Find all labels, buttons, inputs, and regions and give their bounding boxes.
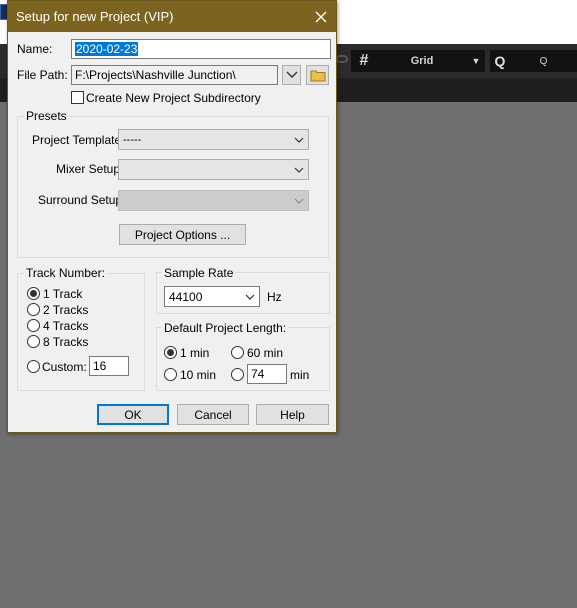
chevron-down-icon: [290, 137, 308, 143]
grid-icon: #: [359, 52, 369, 69]
track-2-label: 2 Tracks: [43, 303, 89, 317]
project-length-title: Default Project Length:: [162, 321, 289, 335]
close-button[interactable]: [305, 1, 336, 32]
track-4-radio[interactable]: [27, 319, 40, 332]
quantize-label: Q: [539, 55, 548, 67]
surround-dropdown: [118, 190, 309, 211]
track-2-radio[interactable]: [27, 303, 40, 316]
sample-rate-unit: Hz: [267, 290, 282, 304]
chevron-down-icon: [290, 198, 308, 204]
name-value: 2020-02-23: [75, 42, 139, 56]
template-value: -----: [123, 133, 142, 146]
track-number-title: Track Number:: [24, 266, 107, 280]
length-60min-radio[interactable]: [231, 346, 244, 359]
track-custom-input[interactable]: 16: [89, 356, 129, 376]
mixer-dropdown[interactable]: [118, 159, 309, 180]
length-custom-input[interactable]: 74: [247, 364, 287, 384]
length-60min-label: 60 min: [247, 346, 284, 360]
new-project-dialog: Setup for new Project (VIP) Name: 2020-0…: [7, 0, 337, 433]
template-label: Project Template:: [32, 133, 125, 147]
close-icon: [315, 11, 326, 22]
chevron-down-icon: [241, 294, 259, 300]
cancel-button[interactable]: Cancel: [177, 404, 249, 425]
length-10min-label: 10 min: [180, 368, 217, 382]
presets-title: Presets: [24, 109, 69, 123]
chevron-down-icon: [290, 167, 308, 173]
chevron-down-icon: ▼: [471, 56, 481, 66]
project-options-button[interactable]: Project Options ...: [119, 224, 246, 245]
dialog-title: Setup for new Project (VIP): [16, 9, 174, 24]
browse-folder-button[interactable]: [306, 65, 329, 85]
track-custom-label: Custom:: [42, 360, 87, 374]
surround-label: Surround Setup:: [38, 193, 126, 207]
length-custom-radio[interactable]: [231, 368, 244, 381]
template-dropdown[interactable]: -----: [118, 129, 309, 150]
track-custom-radio[interactable]: [27, 360, 40, 373]
subdirectory-checkbox[interactable]: [71, 91, 84, 104]
length-1min-label: 1 min: [180, 346, 210, 360]
sample-rate-dropdown[interactable]: 44100: [164, 286, 260, 307]
subdirectory-label: Create New Project Subdirectory: [86, 91, 261, 105]
name-input[interactable]: 2020-02-23: [71, 39, 331, 59]
quantize-dropdown[interactable]: Q Q: [490, 50, 577, 72]
chevron-down-icon: [286, 71, 297, 78]
ok-button[interactable]: OK: [97, 404, 169, 425]
track-1-radio[interactable]: [27, 287, 40, 300]
filepath-input[interactable]: F:\Projects\Nashville Junction\: [71, 65, 278, 85]
track-1-label: 1 Track: [43, 287, 83, 301]
length-10min-radio[interactable]: [164, 368, 177, 381]
dialog-titlebar[interactable]: Setup for new Project (VIP): [8, 1, 336, 32]
filepath-label: File Path:: [17, 68, 68, 82]
help-button[interactable]: Help: [256, 404, 329, 425]
grid-type-dropdown[interactable]: # Grid ▼: [351, 50, 485, 72]
quantize-icon: Q: [494, 53, 506, 69]
name-label: Name:: [17, 42, 53, 56]
filepath-history-button[interactable]: [282, 65, 301, 85]
grid-type-label: Grid: [410, 55, 434, 67]
link-icon: [336, 55, 348, 63]
mixer-label: Mixer Setup:: [56, 162, 124, 176]
length-1min-radio[interactable]: [164, 346, 177, 359]
folder-icon: [310, 70, 325, 81]
track-4-label: 4 Tracks: [43, 319, 89, 333]
length-custom-unit: min: [290, 368, 310, 382]
track-8-radio[interactable]: [27, 335, 40, 348]
sample-rate-title: Sample Rate: [162, 266, 236, 280]
track-8-label: 8 Tracks: [43, 335, 89, 349]
sample-rate-value: 44100: [169, 289, 203, 304]
